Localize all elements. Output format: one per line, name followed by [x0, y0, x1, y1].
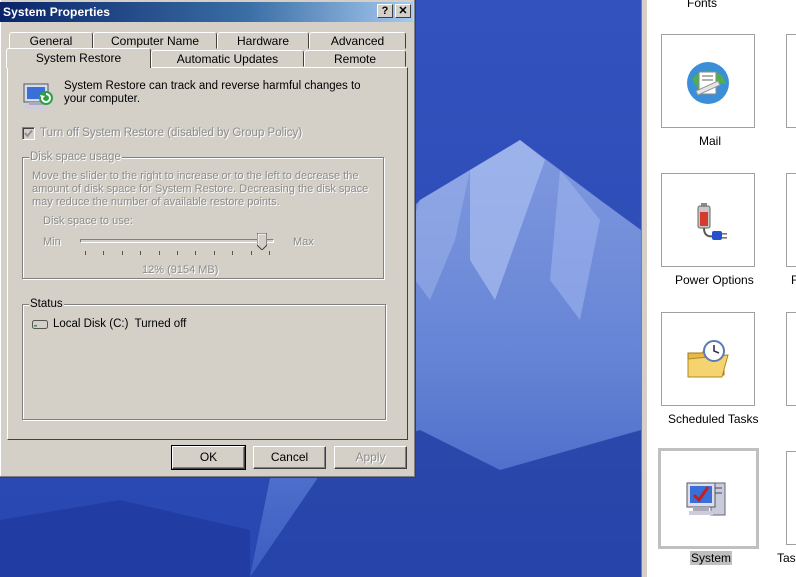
hard-drive-icon [32, 320, 48, 329]
close-icon: ✕ [398, 5, 408, 17]
window-title: System Properties [3, 5, 111, 19]
slider-tick [85, 251, 86, 255]
slider-tick [159, 251, 160, 255]
tab-general[interactable]: General [9, 32, 93, 49]
disk-space-slider-track[interactable] [80, 239, 274, 243]
check-mark-icon [24, 129, 33, 138]
disk-space-description: Move the slider to the right to increase… [32, 170, 369, 208]
help-button[interactable]: ? [377, 4, 393, 18]
system-icon [686, 482, 726, 516]
turn-off-checkbox[interactable] [22, 127, 35, 140]
system-properties-dialog: System Properties ? ✕ General Computer N… [0, 0, 416, 478]
slider-tick [122, 251, 123, 255]
cp-item-mail[interactable] [661, 34, 755, 128]
cp-item-label-mail[interactable]: Mail [699, 134, 721, 148]
system-restore-icon [23, 83, 53, 109]
cp-item-system[interactable] [658, 448, 759, 549]
cp-item-partial[interactable] [786, 173, 796, 267]
drive-name: Local Disk (C:) [53, 318, 129, 330]
cancel-button[interactable]: Cancel [253, 446, 326, 469]
slider-tick [214, 251, 215, 255]
tab-remote[interactable]: Remote [304, 50, 406, 67]
ok-button[interactable]: OK [171, 445, 246, 470]
slider-tick [140, 251, 141, 255]
intro-text: System Restore can track and reverse har… [64, 80, 361, 105]
cp-item-label-partial[interactable]: F [791, 273, 796, 287]
tab-hardware[interactable]: Hardware [217, 32, 309, 49]
cp-item-partial[interactable] [786, 312, 796, 406]
tab-advanced[interactable]: Advanced [309, 32, 406, 49]
slider-tick [195, 251, 196, 255]
mail-icon [687, 62, 729, 104]
help-icon: ? [381, 5, 389, 17]
status-legend: Status [29, 298, 64, 310]
cp-item-label-scheduled-tasks[interactable]: Scheduled Tasks [668, 412, 759, 426]
slider-tick [269, 251, 270, 255]
close-button[interactable]: ✕ [395, 4, 411, 18]
slider-tick [232, 251, 233, 255]
cp-item-label-system[interactable]: System [690, 551, 733, 565]
title-bar[interactable]: System Properties ? ✕ [0, 2, 413, 22]
disk-space-legend: Disk space usage [29, 151, 122, 163]
drive-state: Turned off [134, 318, 187, 330]
cp-item-label-partial[interactable]: Tas [777, 551, 796, 565]
cp-item-partial[interactable] [786, 451, 796, 545]
turn-off-label: Turn off System Restore (disabled by Gro… [40, 127, 303, 139]
cp-item-scheduled-tasks[interactable] [661, 312, 755, 406]
slider-caption: Disk space to use: [43, 215, 133, 227]
control-panel-pane: Fonts Mail Power Options Scheduled Tasks… [647, 0, 796, 577]
disk-space-slider-thumb[interactable] [257, 233, 267, 250]
cp-item-label-power-options[interactable]: Power Options [675, 273, 754, 287]
tab-automatic-updates[interactable]: Automatic Updates [151, 50, 304, 67]
slider-min-label: Min [43, 236, 61, 248]
scheduled-tasks-icon [687, 340, 729, 378]
slider-tick [103, 251, 104, 255]
slider-max-label: Max [293, 236, 314, 248]
power-options-icon [697, 203, 727, 240]
tab-computer-name[interactable]: Computer Name [93, 32, 217, 49]
apply-button[interactable]: Apply [334, 446, 407, 469]
slider-tick [251, 251, 252, 255]
cp-item-power-options[interactable] [661, 173, 755, 267]
status-row[interactable]: Local Disk (C:) Turned off [53, 318, 186, 330]
disk-space-value: 12% (9154 MB) [142, 264, 219, 276]
slider-tick [177, 251, 178, 255]
cp-item-label-fonts[interactable]: Fonts [687, 0, 717, 10]
tab-system-restore[interactable]: System Restore [6, 48, 151, 68]
cp-item-partial[interactable] [786, 34, 796, 128]
